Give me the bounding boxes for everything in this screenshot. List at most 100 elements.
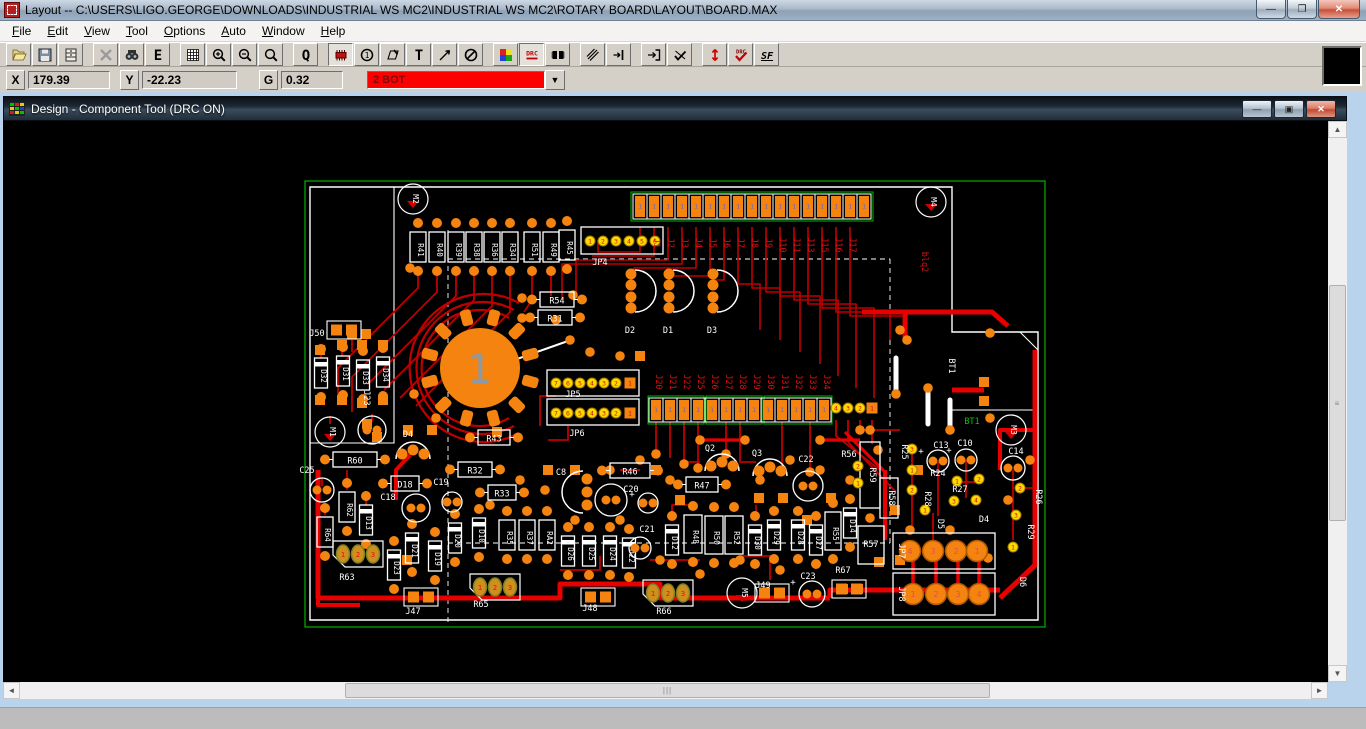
design-window-title-bar[interactable]: Design - Component Tool (DRC ON) — ▣ ✕ bbox=[3, 96, 1347, 121]
header-pin[interactable]: 5 bbox=[637, 236, 647, 246]
refresh-all-button[interactable] bbox=[580, 43, 605, 66]
header-pin[interactable]: 2 bbox=[611, 378, 621, 388]
delete-button[interactable] bbox=[93, 43, 118, 66]
header-pin[interactable]: 1 bbox=[853, 478, 863, 488]
component-R33[interactable]: R33 bbox=[475, 485, 529, 500]
component-RA2[interactable]: RA2 bbox=[539, 506, 555, 564]
menu-auto[interactable]: Auto bbox=[213, 22, 254, 40]
pin-tool-button[interactable]: 1 bbox=[354, 43, 379, 66]
vertical-scrollbar[interactable]: ▲ ≡ ▼ bbox=[1328, 121, 1347, 682]
component-R34[interactable]: R34 bbox=[502, 218, 518, 276]
header-pin[interactable]: 5 bbox=[575, 378, 585, 388]
connector-pad[interactable]: 4 bbox=[969, 584, 990, 605]
horizontal-scrollbar[interactable]: ◄ ||| ► bbox=[3, 682, 1328, 699]
header-pin[interactable]: 6 bbox=[563, 408, 573, 418]
component-R39[interactable]: R39 bbox=[448, 218, 464, 276]
sf-button[interactable]: SF bbox=[754, 43, 779, 66]
zoom-fit-button[interactable] bbox=[258, 43, 283, 66]
header-pin[interactable]: 3 bbox=[599, 378, 609, 388]
header-pin[interactable]: 1 bbox=[585, 236, 595, 246]
component-R40[interactable]: R40 bbox=[429, 218, 445, 276]
layer-select-value[interactable]: 2 BOT bbox=[367, 71, 545, 89]
header-pin[interactable]: 7 bbox=[551, 408, 561, 418]
header-pin[interactable]: 5 bbox=[575, 408, 585, 418]
header-pin[interactable]: 1 bbox=[907, 465, 917, 475]
component-R60[interactable]: R60 bbox=[320, 452, 390, 467]
component-R55[interactable]: R55 bbox=[825, 498, 841, 564]
header-pin[interactable]: 3 bbox=[843, 403, 853, 413]
design-restore-button[interactable]: ▣ bbox=[1274, 100, 1304, 118]
component-D23[interactable]: D23 bbox=[388, 536, 402, 594]
header-pin[interactable]: 7 bbox=[551, 378, 561, 388]
header-pin[interactable]: 3 bbox=[1011, 510, 1021, 520]
menu-view[interactable]: View bbox=[76, 22, 118, 40]
header-pin[interactable]: 4 bbox=[831, 403, 841, 413]
pcb-drawing[interactable]: 111111111111111111111111111111R41R40R39R… bbox=[3, 121, 1328, 682]
text-tool-button[interactable]: T bbox=[406, 43, 431, 66]
component-R32[interactable]: R32 bbox=[445, 462, 505, 477]
layer-dropdown-button[interactable]: ▼ bbox=[545, 70, 565, 90]
trimmer[interactable]: 123 bbox=[333, 541, 383, 567]
header-pin[interactable]: 2 bbox=[853, 461, 863, 471]
capacitor[interactable] bbox=[629, 537, 651, 559]
terminal-strip[interactable]: 1111111111111 bbox=[649, 398, 831, 422]
component-D18[interactable]: D18 bbox=[378, 476, 432, 491]
menu-help[interactable]: Help bbox=[313, 22, 354, 40]
board-in-button[interactable] bbox=[641, 43, 666, 66]
capacitor[interactable]: + bbox=[790, 578, 825, 607]
header-pin[interactable]: 3 bbox=[599, 408, 609, 418]
component-R54[interactable]: R54 bbox=[527, 292, 587, 307]
menu-file[interactable]: File bbox=[4, 22, 39, 40]
drc-check-button[interactable]: DRC bbox=[728, 43, 753, 66]
maximize-button[interactable]: ❐ bbox=[1287, 0, 1317, 19]
header-pin[interactable]: 4 bbox=[624, 236, 634, 246]
scroll-down-button[interactable]: ▼ bbox=[1328, 665, 1347, 682]
spreadsheet-button[interactable] bbox=[180, 43, 205, 66]
minimize-button[interactable]: — bbox=[1256, 0, 1286, 19]
component-D21[interactable]: D21 bbox=[406, 519, 420, 577]
connector-pad[interactable]: 2 bbox=[946, 541, 967, 562]
trimmer[interactable]: 123 bbox=[643, 580, 693, 606]
menu-tool[interactable]: Tool bbox=[118, 22, 156, 40]
capacitor[interactable]: + bbox=[946, 446, 977, 471]
menu-window[interactable]: Window bbox=[254, 22, 313, 40]
component-D13[interactable]: D13 bbox=[360, 491, 374, 549]
component-R62[interactable]: R62 bbox=[339, 478, 355, 536]
header-pin[interactable]: 4 bbox=[971, 495, 981, 505]
header-pin-1[interactable]: 1 bbox=[625, 378, 636, 389]
component-R51[interactable]: R51 bbox=[524, 218, 540, 276]
connector-pad[interactable]: 2 bbox=[926, 584, 947, 605]
library-button[interactable] bbox=[58, 43, 83, 66]
header-pin[interactable]: 2 bbox=[855, 403, 865, 413]
component-R49[interactable]: R49 bbox=[543, 218, 559, 276]
component-R35[interactable]: R35 bbox=[499, 506, 515, 564]
design-close-button[interactable]: ✕ bbox=[1306, 100, 1336, 118]
capacitor[interactable] bbox=[402, 494, 430, 522]
design-minimize-button[interactable]: — bbox=[1242, 100, 1272, 118]
component-R38[interactable]: R38 bbox=[466, 218, 482, 276]
component-R50[interactable]: R50 bbox=[705, 502, 723, 568]
pcb-canvas[interactable]: 111111111111111111111111111111R41R40R39R… bbox=[3, 121, 1328, 682]
component-D26[interactable]: D26 bbox=[562, 522, 576, 580]
header-pin[interactable]: 2 bbox=[1015, 483, 1025, 493]
component-D20[interactable]: D20 bbox=[449, 509, 463, 567]
trimmer[interactable]: 123 bbox=[470, 574, 520, 600]
diode-sip[interactable] bbox=[626, 269, 657, 314]
connection-tool-button[interactable] bbox=[432, 43, 457, 66]
modules-button[interactable] bbox=[545, 43, 570, 66]
component-R48[interactable]: R48 bbox=[684, 501, 702, 567]
component-R36[interactable]: R36 bbox=[484, 218, 500, 276]
connector-pad[interactable]: 1 bbox=[967, 541, 988, 562]
component-R31[interactable]: R31 bbox=[525, 310, 585, 325]
scroll-up-button[interactable]: ▲ bbox=[1328, 121, 1347, 138]
error-tool-button[interactable] bbox=[458, 43, 483, 66]
diode-sip[interactable] bbox=[708, 269, 739, 314]
close-button[interactable]: ✕ bbox=[1318, 0, 1360, 19]
header-pin-1[interactable]: 1 bbox=[867, 403, 878, 414]
header-pin[interactable]: 3 bbox=[949, 496, 959, 506]
component-D19[interactable]: D19 bbox=[429, 527, 443, 585]
header-pin-1[interactable]: 1 bbox=[625, 408, 636, 419]
component-D28[interactable]: D28 bbox=[792, 506, 806, 564]
colors-button[interactable] bbox=[493, 43, 518, 66]
header-pin[interactable]: 2 bbox=[611, 408, 621, 418]
